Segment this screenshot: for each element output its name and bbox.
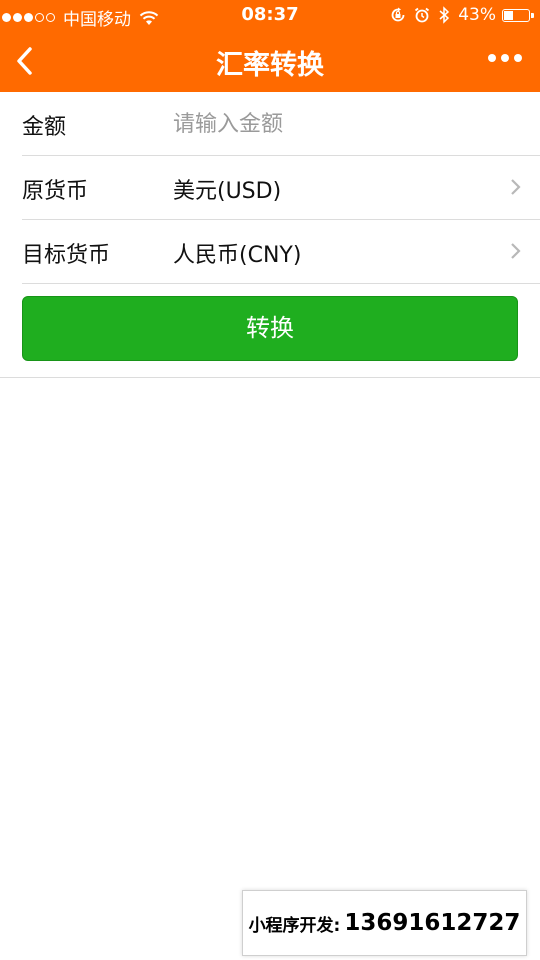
status-bar: 中国移动 08:37 43%	[0, 0, 540, 30]
promo-phone: 13691612727	[344, 910, 521, 936]
rotation-lock-icon	[391, 7, 405, 22]
alarm-icon	[415, 7, 430, 23]
target-currency-value: 人民币(CNY)	[173, 243, 302, 268]
more-dot	[501, 54, 509, 62]
more-dot	[488, 54, 496, 62]
convert-button[interactable]: 转换	[22, 296, 518, 361]
source-currency-row[interactable]: 原货币 美元(USD)	[22, 156, 540, 220]
page-title: 汇率转换	[216, 50, 324, 81]
more-options-button[interactable]	[483, 54, 522, 62]
bluetooth-icon	[439, 6, 450, 24]
source-currency-value: 美元(USD)	[173, 179, 282, 204]
promo-banner[interactable]: 小程序开发: 13691612727	[242, 890, 527, 956]
amount-input[interactable]	[173, 104, 503, 144]
more-dot	[514, 54, 522, 62]
target-currency-row[interactable]: 目标货币 人民币(CNY)	[22, 220, 540, 284]
chevron-right-icon	[511, 243, 521, 259]
source-currency-label: 原货币	[22, 179, 89, 204]
chevron-right-icon	[511, 179, 521, 195]
navigation-bar: 汇率转换	[0, 30, 540, 92]
battery-percent: 43%	[458, 5, 496, 25]
conversion-form: 金额 原货币 美元(USD) 目标货币 人民币(CNY)	[0, 92, 540, 284]
app-header: 中国移动 08:37 43% 汇率转换	[0, 0, 540, 92]
target-currency-label: 目标货币	[22, 243, 111, 268]
amount-row: 金额	[22, 92, 540, 156]
convert-button-area: 转换	[0, 283, 540, 378]
amount-label: 金额	[22, 115, 67, 140]
status-right: 43%	[390, 5, 534, 25]
battery-icon	[502, 8, 534, 22]
promo-label: 小程序开发:	[248, 915, 341, 936]
